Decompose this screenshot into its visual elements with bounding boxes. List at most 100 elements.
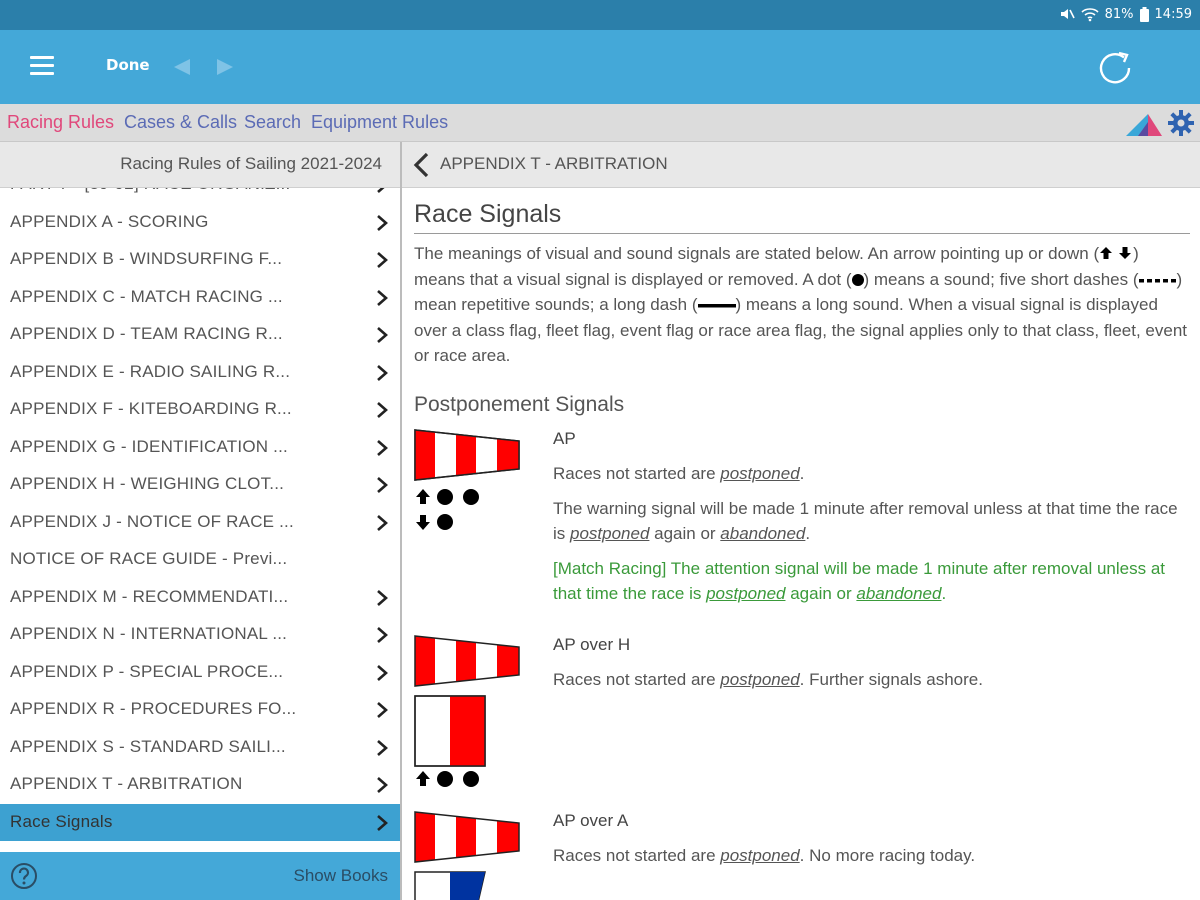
signal-desc: Races not started are postponed. No more… <box>553 845 976 865</box>
toc-item[interactable]: APPENDIX T - ARBITRATION <box>0 766 400 803</box>
toc-item-label: APPENDIX S - STANDARD SAILI... <box>10 736 286 756</box>
toc-item[interactable]: APPENDIX H - WEIGHING CLOT... <box>0 466 400 503</box>
breadcrumb-title[interactable]: APPENDIX T - ARBITRATION <box>440 154 668 174</box>
status-bar: 81% 14:59 <box>0 0 1200 30</box>
signal-ap-over-h-text: AP over H Races not started are postpone… <box>553 635 1190 702</box>
chevron-right-icon <box>377 402 388 418</box>
intro-paragraph: The meanings of visual and sound signals… <box>414 241 1190 369</box>
match-racing-note: [Match Racing] The attention signal will… <box>553 558 1165 603</box>
term-link[interactable]: abandoned <box>720 524 805 543</box>
toc-item[interactable]: APPENDIX S - STANDARD SAILI... <box>0 729 400 766</box>
toc-item[interactable]: PART 7 - [89-92] RACE ORGANIZ... <box>0 188 400 203</box>
toc-item-label: APPENDIX G - IDENTIFICATION ... <box>10 436 288 456</box>
toc-item-label: APPENDIX C - MATCH RACING ... <box>10 286 283 306</box>
signal-ap-text: AP Races not started are postponed. The … <box>553 429 1190 616</box>
intro-text: The meanings of visual and sound signals… <box>414 244 1100 263</box>
tab-bar: Racing Rules Cases & Calls Search Equipm… <box>0 104 1200 142</box>
tab-equipment-rules[interactable]: Equipment Rules <box>311 112 448 133</box>
term-link[interactable]: postponed <box>706 584 785 603</box>
signal-name: AP over A <box>553 810 629 830</box>
signal-ap-pictures <box>414 428 520 535</box>
chevron-right-icon <box>377 702 388 718</box>
toc-item[interactable]: APPENDIX B - WINDSURFING F... <box>0 241 400 278</box>
signal-desc: The warning signal will be made 1 minute… <box>553 498 1178 543</box>
menu-icon[interactable] <box>30 56 54 78</box>
toc-item[interactable]: APPENDIX M - RECOMMENDATI... <box>0 579 400 616</box>
term-link[interactable]: postponed <box>720 670 799 689</box>
show-books-button[interactable]: Show Books <box>294 866 389 886</box>
ap-over-h-sound-icon <box>416 770 479 787</box>
term-link[interactable]: postponed <box>570 524 649 543</box>
term-link[interactable]: abandoned <box>856 584 941 603</box>
signal-ap-over-a-text: AP over A Races not started are postpone… <box>553 811 1190 878</box>
signal-desc: Races not started are postponed. Further… <box>553 669 983 689</box>
toc-item-label: APPENDIX H - WEIGHING CLOT... <box>10 474 285 493</box>
content-panel: APPENDIX T - ARBITRATION Race Signals Th… <box>402 142 1200 900</box>
toc-item-label: APPENDIX E - RADIO SAILING R... <box>10 361 291 381</box>
toc-item-label: Race Signals <box>10 811 113 831</box>
signal-ap-over-a: AP over A Races not started are postpone… <box>414 811 1190 900</box>
toc-item-label: APPENDIX T - ARBITRATION <box>10 774 243 793</box>
toc-item[interactable]: APPENDIX F - KITEBOARDING R... <box>0 391 400 428</box>
section-heading: Postponement Signals <box>414 392 625 416</box>
toc-item-label: APPENDIX M - RECOMMENDATI... <box>10 586 289 606</box>
refresh-icon[interactable] <box>1096 49 1134 87</box>
toc-title: Racing Rules of Sailing 2021-2024 <box>0 142 400 188</box>
clock: 14:59 <box>1154 6 1192 22</box>
signal-ap-over-a-pictures <box>414 810 520 900</box>
toc-item-label: APPENDIX N - INTERNATIONAL ... <box>10 624 288 643</box>
h-flag-icon <box>414 694 486 767</box>
gear-icon[interactable] <box>1168 110 1194 136</box>
tab-racing-rules[interactable]: Racing Rules <box>7 112 114 133</box>
toc-item[interactable]: APPENDIX D - TEAM RACING R... <box>0 316 400 353</box>
page-title: Race Signals <box>414 200 1190 234</box>
tab-search[interactable]: Search <box>244 112 301 133</box>
mute-icon <box>1060 9 1075 19</box>
toc-item[interactable]: APPENDIX G - IDENTIFICATION ... <box>0 429 400 466</box>
long-dash-icon <box>697 304 736 308</box>
toc-item[interactable]: APPENDIX R - PROCEDURES FO... <box>0 691 400 728</box>
back-arrow-icon[interactable] <box>170 57 192 77</box>
toc-item[interactable]: NOTICE OF RACE GUIDE - Previ... <box>0 541 400 578</box>
content-header: APPENDIX T - ARBITRATION <box>402 142 1200 188</box>
help-icon[interactable] <box>10 862 38 890</box>
toc-item[interactable]: APPENDIX C - MATCH RACING ... <box>0 279 400 316</box>
toc-item[interactable]: APPENDIX J - NOTICE OF RACE ... <box>0 504 400 541</box>
ap-sound-signals-icon <box>416 488 479 530</box>
chevron-right-icon <box>377 364 388 381</box>
chevron-right-icon <box>377 327 388 343</box>
chevron-right-icon <box>377 589 388 606</box>
toc-item[interactable]: APPENDIX N - INTERNATIONAL ... <box>0 616 400 653</box>
done-button[interactable]: Done <box>106 56 150 74</box>
term-link[interactable]: postponed <box>720 846 799 865</box>
signal-desc: Races not started are postponed. <box>553 463 805 483</box>
chevron-right-icon <box>377 814 388 831</box>
ap-flag-icon <box>414 810 520 863</box>
toc-item-label: APPENDIX D - TEAM RACING R... <box>10 324 283 343</box>
chevron-right-icon <box>377 664 388 681</box>
chevron-left-icon[interactable] <box>412 152 430 178</box>
short-dashes-icon <box>1138 278 1176 282</box>
action-bar: Done <box>0 30 1200 104</box>
chevron-right-icon <box>377 739 388 756</box>
toc-item[interactable]: APPENDIX A - SCORING <box>0 204 400 241</box>
toc-item[interactable]: APPENDIX E - RADIO SAILING R... <box>0 354 400 391</box>
tab-cases-calls[interactable]: Cases & Calls <box>124 112 237 133</box>
chevron-right-icon <box>377 627 388 643</box>
dot-icon <box>851 273 864 286</box>
forward-arrow-icon[interactable] <box>215 57 237 77</box>
toc-item-label: APPENDIX P - SPECIAL PROCE... <box>10 661 284 681</box>
term-link[interactable]: postponed <box>720 464 799 483</box>
signal-name: AP <box>553 428 576 448</box>
toc-item-label: APPENDIX J - NOTICE OF RACE ... <box>10 511 294 531</box>
chevron-right-icon <box>377 188 385 193</box>
arrow-up-down-icon <box>1100 247 1132 259</box>
signal-ap-over-h: AP over H Races not started are postpone… <box>414 635 1190 811</box>
signal-ap: AP Races not started are postponed. The … <box>414 429 1190 635</box>
toc-item[interactable]: APPENDIX P - SPECIAL PROCE... <box>0 654 400 691</box>
wifi-icon <box>1081 8 1099 22</box>
ap-flag-icon <box>414 634 520 687</box>
ap-flag-icon <box>414 428 520 481</box>
chevron-right-icon <box>377 289 388 306</box>
toc-item-selected[interactable]: Race Signals <box>0 803 400 841</box>
